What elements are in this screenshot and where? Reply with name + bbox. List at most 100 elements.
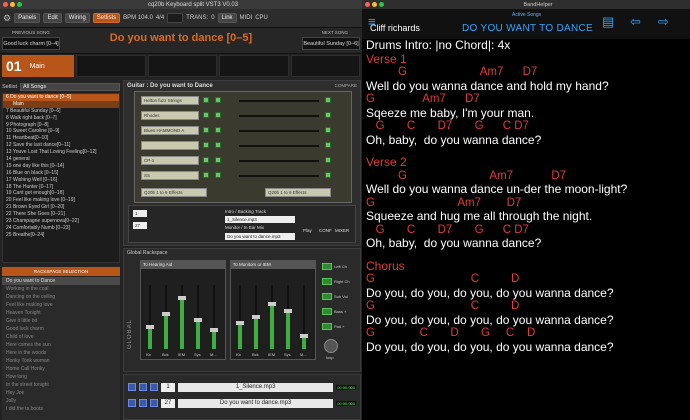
volume-slider[interactable]: [239, 175, 319, 177]
setlist-song-item[interactable]: 11 Heartbeat[0–10]: [3, 135, 119, 142]
rackspace-item[interactable]: In the street tonight: [2, 381, 120, 389]
setlist-song-item[interactable]: 17 Wishing Well [0–16]: [3, 177, 119, 184]
next-song-button[interactable]: Beautiful Sunday [0–6]: [302, 37, 360, 50]
rackspace-item[interactable]: Hey Joe: [2, 389, 120, 397]
setlists-button[interactable]: Setlists: [92, 13, 121, 23]
back-arrow-icon[interactable]: ⇦: [630, 14, 641, 30]
setlist-song-item[interactable]: 20 Feel like making love [0–19]: [3, 197, 119, 204]
side-toggle-button[interactable]: [322, 308, 332, 315]
rackspace-item[interactable]: Jolly: [2, 397, 120, 405]
channel-fader[interactable]: [300, 285, 308, 349]
fader-cap[interactable]: [194, 318, 202, 323]
track-file[interactable]: 1_Silence.mp3: [178, 382, 334, 392]
route-button[interactable]: [325, 112, 331, 118]
volume-slider[interactable]: [239, 145, 319, 147]
bpm-value[interactable]: 104.0: [138, 15, 153, 21]
minimize-icon[interactable]: [372, 2, 377, 7]
compare-button[interactable]: COMPARE: [335, 83, 357, 88]
track-number-1[interactable]: 1: [133, 210, 147, 217]
plugin-enable-button[interactable]: [203, 142, 209, 148]
rackspace-list[interactable]: Do you want to Dance Working in the coal D…: [2, 277, 120, 420]
play-icon[interactable]: [128, 383, 136, 391]
setlist-song-item[interactable]: 10 Sweet Caroline [0–9]: [3, 128, 119, 135]
plugin-enable-button[interactable]: [203, 112, 209, 118]
forward-arrow-icon[interactable]: ⇨: [658, 14, 669, 30]
setlist-song-item[interactable]: Main: [3, 100, 119, 108]
effects-button[interactable]: Q20b 1 to 6 Effects: [141, 188, 207, 197]
rackspace-item[interactable]: Dancing on the ceiling: [2, 293, 120, 301]
volume-slider[interactable]: [239, 100, 319, 102]
monitor-file[interactable]: Do you want to dance.mp3: [225, 233, 295, 240]
edit-button[interactable]: Edit: [43, 13, 62, 23]
current-part-button[interactable]: 01 Main: [2, 55, 74, 77]
channel-fader[interactable]: [268, 285, 276, 349]
setlist-song-item[interactable]: 16 Blue on black [0–15]: [3, 170, 119, 177]
play-button[interactable]: Play: [303, 228, 312, 233]
rackspace-item[interactable]: Feel like making love: [2, 301, 120, 309]
setlist-song-item[interactable]: 24 Comfortably Numb [0–23]: [3, 225, 119, 232]
setlist-song-item[interactable]: 23 Champagne supernova[0–22]: [3, 218, 119, 225]
fader-cap[interactable]: [300, 334, 308, 339]
plugin-enable-button[interactable]: [203, 127, 209, 133]
route-button[interactable]: [325, 157, 331, 163]
setlist-song-item[interactable]: 12 Save the last dance[0–11]: [3, 142, 119, 149]
mixer-button[interactable]: MIXER: [335, 228, 349, 233]
channel-fader[interactable]: [236, 285, 244, 349]
close-icon[interactable]: [365, 2, 370, 7]
volume-slider[interactable]: [239, 130, 319, 132]
rackspace-item[interactable]: Here comes the sun: [2, 341, 120, 349]
volume-knob[interactable]: [324, 339, 338, 353]
setlist-song-item[interactable]: 18 The Hunter [0–17]: [3, 184, 119, 191]
plugin-enable-button[interactable]: [203, 157, 209, 163]
channel-fader[interactable]: [284, 285, 292, 349]
loop-icon[interactable]: [150, 399, 158, 407]
play-icon[interactable]: [128, 399, 136, 407]
plugin-mute-button[interactable]: [215, 142, 221, 148]
plugin-mute-button[interactable]: [215, 97, 221, 103]
zoom-icon[interactable]: [379, 2, 384, 7]
rackspace-item[interactable]: Heaven Tonight: [2, 309, 120, 317]
plugin-slot[interactable]: Helton fuzz Strings: [141, 96, 199, 105]
rackspace-item[interactable]: Good luck charm: [2, 325, 120, 333]
rackspace-item[interactable]: Honky Tonk woman: [2, 357, 120, 365]
plugin-slot[interactable]: Blues HAMMOND A: [141, 126, 199, 135]
transpose-value[interactable]: 0: [211, 15, 214, 21]
document-icon[interactable]: ▤: [602, 14, 614, 30]
setlist-song-item[interactable]: 19 Cant get enough[0–18]: [3, 190, 119, 197]
plugin-slot[interactable]: Rhodes: [141, 111, 199, 120]
rackspace-item[interactable]: Home Call Honky: [2, 365, 120, 373]
active-songs-dropdown[interactable]: Active Songs: [512, 12, 541, 18]
plugin-mute-button[interactable]: [215, 112, 221, 118]
previous-song-button[interactable]: Good luck charm [0–4]: [2, 37, 60, 50]
effects-button[interactable]: Q20b 1 to 6 Effects: [265, 188, 331, 197]
side-toggle-button[interactable]: [322, 263, 332, 270]
plugin-mute-button[interactable]: [215, 127, 221, 133]
rackspace-item[interactable]: I did the ta boots: [2, 405, 120, 413]
channel-fader[interactable]: [252, 285, 260, 349]
setlist-song-item[interactable]: 25 Breathe[0–24]: [3, 232, 119, 239]
fader-cap[interactable]: [236, 321, 244, 326]
rackspace-item[interactable]: Do you want to Dance: [2, 277, 120, 285]
minimize-icon[interactable]: [10, 2, 15, 7]
volume-slider[interactable]: [239, 160, 319, 162]
plugin-slot[interactable]: SS: [141, 171, 199, 180]
route-button[interactable]: [325, 172, 331, 178]
panels-button[interactable]: Panels: [14, 13, 41, 23]
plugin-mute-button[interactable]: [215, 157, 221, 163]
loop-icon[interactable]: [150, 383, 158, 391]
plugin-mute-button[interactable]: [215, 172, 221, 178]
rackspace-item[interactable]: Working in the coal: [2, 285, 120, 293]
time-signature[interactable]: 4/4: [156, 15, 164, 21]
setlist-dropdown[interactable]: All Songs: [19, 82, 120, 91]
wiring-button[interactable]: Wiring: [64, 13, 90, 23]
stop-icon[interactable]: [139, 383, 147, 391]
conf-button[interactable]: CONF: [319, 228, 332, 233]
track-number[interactable]: 1: [161, 382, 175, 392]
channel-fader[interactable]: [178, 285, 186, 349]
setlist-song-list[interactable]: 6 Do you want to dance [0–5] Main 7 Beauti…: [2, 93, 120, 263]
route-button[interactable]: [325, 97, 331, 103]
fader-cap[interactable]: [146, 324, 154, 329]
track-file[interactable]: Do you want to dance.mp3: [178, 398, 334, 408]
volume-slider[interactable]: [239, 115, 319, 117]
rackspace-item[interactable]: How long: [2, 373, 120, 381]
